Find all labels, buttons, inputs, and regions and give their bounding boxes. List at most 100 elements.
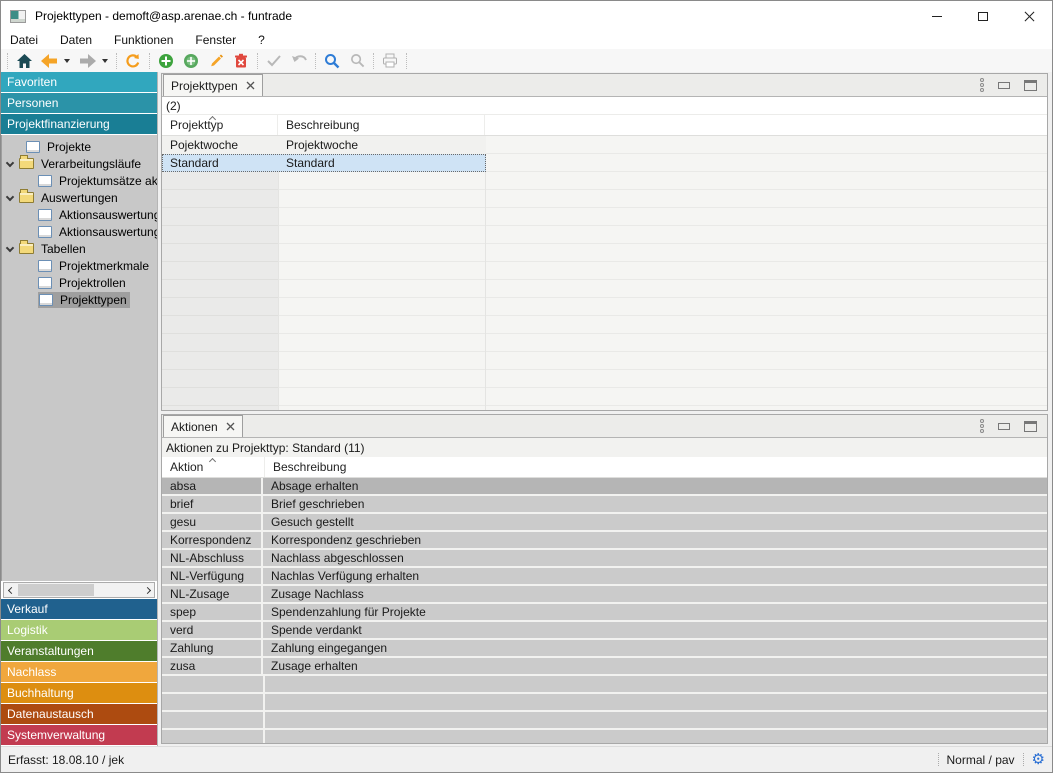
chevron-down-icon[interactable] (6, 243, 14, 251)
tree-item-projektumsaetze[interactable]: Projektumsätze aktu (2, 172, 157, 189)
table-row-selected[interactable]: Standard Standard (162, 154, 486, 172)
maximize-button[interactable] (960, 1, 1006, 31)
tree-item-auswertungen[interactable]: Auswertungen (2, 189, 157, 206)
panel-minimize-icon[interactable] (998, 82, 1010, 89)
search-secondary-icon (350, 53, 365, 68)
table-row[interactable]: verdSpende verdankt (162, 622, 1047, 640)
section-label: Projektfinanzierung (7, 117, 110, 131)
back-dropdown-button[interactable] (63, 51, 73, 71)
table-row-selected[interactable]: absaAbsage erhalten (162, 478, 1047, 496)
sidebar-section-favoriten[interactable]: Favoriten (1, 72, 157, 92)
tab-close-button[interactable] (246, 81, 255, 90)
tree-item-aktionsauswertung-1[interactable]: Aktionsauswertung (2, 206, 157, 223)
table-row[interactable]: NL-ZusageZusage Nachlass (162, 586, 1047, 604)
document-icon (38, 226, 52, 238)
sidebar-section-nachlass[interactable]: Nachlass (1, 662, 157, 682)
table-row[interactable]: NL-VerfügungNachlas Verfügung erhalten (162, 568, 1047, 586)
home-button[interactable] (13, 51, 35, 71)
sidebar-section-personen[interactable]: Personen (1, 93, 157, 113)
tree-item-projekte[interactable]: Projekte (2, 138, 157, 155)
panel-maximize-icon[interactable] (1024, 80, 1037, 91)
add-button[interactable] (155, 51, 177, 71)
sidebar-section-verkauf[interactable]: Verkauf (1, 599, 157, 619)
close-icon (226, 422, 235, 431)
scroll-left-button[interactable] (4, 583, 18, 597)
sidebar-section-veranstaltungen[interactable]: Veranstaltungen (1, 641, 157, 661)
scrollbar-track[interactable] (18, 583, 140, 597)
table-row[interactable]: NL-AbschlussNachlass abgeschlossen (162, 550, 1047, 568)
minimize-icon (932, 16, 942, 17)
sidebar-horizontal-scrollbar[interactable] (3, 582, 155, 598)
chevron-down-icon[interactable] (6, 192, 14, 200)
panel-minimize-icon[interactable] (998, 423, 1010, 430)
column-header-beschreibung[interactable]: Beschreibung (265, 457, 1047, 477)
section-label: Nachlass (7, 665, 56, 679)
tree-item-projektmerkmale[interactable]: Projektmerkmale (2, 257, 157, 274)
add-copy-icon (183, 53, 199, 69)
sidebar-section-logistik[interactable]: Logistik (1, 620, 157, 640)
status-bar: Erfasst: 18.08.10 / jek Normal / pav ⚙ (1, 746, 1052, 772)
table-row[interactable]: spepSpendenzahlung für Projekte (162, 604, 1047, 622)
delete-button[interactable] (230, 51, 252, 71)
section-label: Datenaustausch (7, 707, 94, 721)
content-area: Favoriten Personen Projektfinanzierung P… (1, 72, 1052, 746)
table-row[interactable]: gesuGesuch gestellt (162, 514, 1047, 532)
column-header-projekttyp[interactable]: Projekttyp (162, 115, 278, 135)
search-button[interactable] (321, 51, 343, 71)
tree-item-tabellen[interactable]: Tabellen (2, 240, 157, 257)
status-left-text: Erfasst: 18.08.10 / jek (8, 753, 124, 767)
home-icon (16, 53, 33, 69)
forward-button[interactable] (76, 51, 98, 71)
menu-fenster[interactable]: Fenster (195, 33, 247, 47)
aktionen-table-empty-area (162, 676, 1047, 743)
panel-menu-icon[interactable] (980, 78, 984, 92)
menu-daten[interactable]: Daten (60, 33, 103, 47)
close-button[interactable] (1006, 1, 1052, 31)
panel-maximize-icon[interactable] (1024, 421, 1037, 432)
undo-button[interactable] (288, 51, 310, 71)
scrollbar-thumb[interactable] (18, 584, 94, 596)
table-row[interactable]: zusaZusage erhalten (162, 658, 1047, 676)
tab-projekttypen[interactable]: Projekttypen (163, 74, 263, 96)
confirm-button[interactable] (263, 51, 285, 71)
aktionen-tabstrip: Aktionen (162, 415, 1047, 438)
tree-item-aktionsauswertung-2[interactable]: Aktionsauswertung (2, 223, 157, 240)
forward-dropdown-button[interactable] (101, 51, 111, 71)
table-row[interactable]: ZahlungZahlung eingegangen (162, 640, 1047, 658)
sidebar-section-buchhaltung[interactable]: Buchhaltung (1, 683, 157, 703)
scroll-right-button[interactable] (140, 583, 154, 597)
refresh-button[interactable] (122, 51, 144, 71)
chevron-down-icon (64, 59, 70, 63)
tab-aktionen[interactable]: Aktionen (163, 415, 243, 437)
back-button[interactable] (38, 51, 60, 71)
search-secondary-button[interactable] (346, 51, 368, 71)
menu-datei[interactable]: Datei (10, 33, 49, 47)
status-mode-text: Normal / pav (947, 753, 1015, 767)
tab-label: Projekttypen (171, 79, 238, 93)
panel-menu-icon[interactable] (980, 419, 984, 433)
column-header-beschreibung[interactable]: Beschreibung (278, 115, 485, 135)
print-button[interactable] (379, 51, 401, 71)
tree-item-projektrollen[interactable]: Projektrollen (2, 274, 157, 291)
print-icon (382, 53, 398, 68)
menu-help[interactable]: ? (258, 33, 276, 47)
minimize-button[interactable] (914, 1, 960, 31)
sidebar-section-projektfinanzierung[interactable]: Projektfinanzierung (1, 114, 157, 134)
menu-funktionen[interactable]: Funktionen (114, 33, 184, 47)
table-row[interactable]: Pojektwoche Projektwoche (162, 136, 486, 154)
table-row[interactable]: KorrespondenzKorrespondenz geschrieben (162, 532, 1047, 550)
table-row[interactable]: briefBrief geschrieben (162, 496, 1047, 514)
app-window: Projekttypen - demoft@asp.arenae.ch - fu… (0, 0, 1053, 773)
tab-close-button[interactable] (226, 422, 235, 431)
toolbar-overflow[interactable] (406, 53, 407, 69)
sidebar-section-datenaustausch[interactable]: Datenaustausch (1, 704, 157, 724)
sidebar-section-systemverwaltung[interactable]: Systemverwaltung (1, 725, 157, 745)
edit-button[interactable] (205, 51, 227, 71)
projekttypen-table-header: Projekttyp Beschreibung (162, 115, 1047, 136)
add-copy-button[interactable] (180, 51, 202, 71)
column-header-aktion[interactable]: Aktion (162, 457, 265, 477)
gear-icon[interactable]: ⚙ (1032, 752, 1045, 767)
tree-item-projekttypen[interactable]: Projekttypen (2, 291, 157, 308)
chevron-down-icon[interactable] (6, 158, 14, 166)
tree-item-verarbeitungslaeufe[interactable]: Verarbeitungsläufe (2, 155, 157, 172)
